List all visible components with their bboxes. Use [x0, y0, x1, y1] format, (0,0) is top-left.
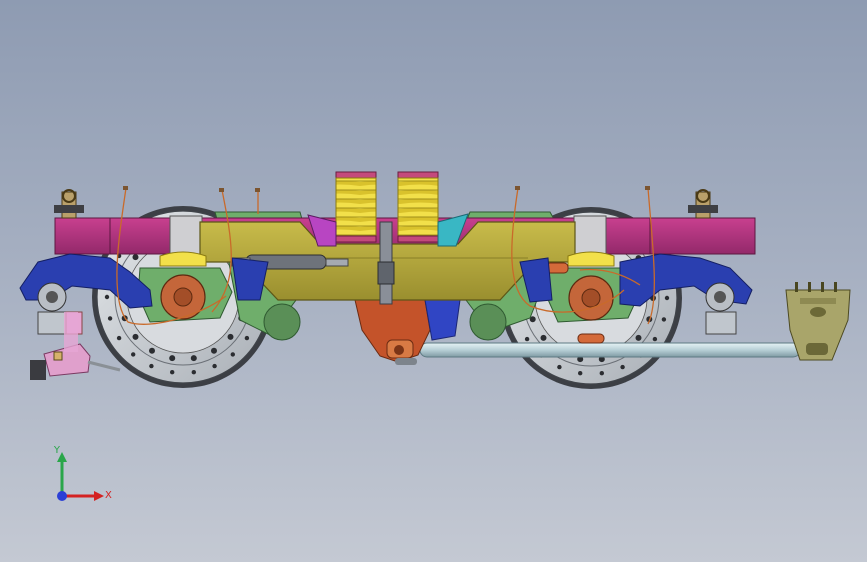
wheel-bolt [540, 334, 547, 341]
wheel-bolt [132, 254, 139, 261]
right-air-spring [397, 171, 439, 243]
vertical-damper [377, 221, 395, 305]
left-air-spring [335, 171, 377, 243]
wheel-bolt [107, 316, 113, 321]
wheel-bolt [116, 335, 122, 341]
triad-y-label: Y [53, 445, 61, 456]
wheel-bolt [652, 336, 658, 342]
wheel-bolt [664, 295, 670, 301]
left-lifting-lug [54, 189, 84, 219]
wheel-bolt [149, 363, 154, 369]
traction-tube [419, 342, 801, 358]
wheel-bolt [211, 347, 217, 354]
wheel-bolt [599, 371, 604, 376]
wheel-bolt [578, 371, 583, 376]
wheel-bolt [230, 352, 235, 357]
wheel-bolt [524, 336, 530, 342]
wheel-bolt [190, 355, 197, 362]
wheel-bolt [635, 334, 642, 341]
wheel-bolt [149, 347, 155, 354]
wheel-bolt [191, 370, 196, 375]
wheel-bolt [661, 317, 667, 322]
wheel-bolt [104, 294, 110, 300]
bogie-model-drawing[interactable]: Y X [0, 0, 867, 562]
wheel-bolt [557, 364, 562, 370]
end-bracket [785, 282, 851, 361]
wheel-bolt [132, 333, 139, 340]
right-lifting-lug [688, 189, 718, 219]
wheel-bolt [227, 333, 234, 340]
coordinate-triad-icon: Y X [53, 445, 112, 501]
wheel-bolt [212, 363, 217, 369]
wheel-bolt [170, 370, 175, 375]
right-primary-spring [705, 282, 737, 335]
cad-viewport[interactable]: Y X [0, 0, 867, 562]
wheel-bolt [620, 364, 625, 370]
wheel-bolt [169, 355, 176, 362]
wheel-bolt [131, 352, 136, 357]
triad-x-label: X [105, 490, 112, 501]
wheel-bolt [244, 335, 250, 341]
